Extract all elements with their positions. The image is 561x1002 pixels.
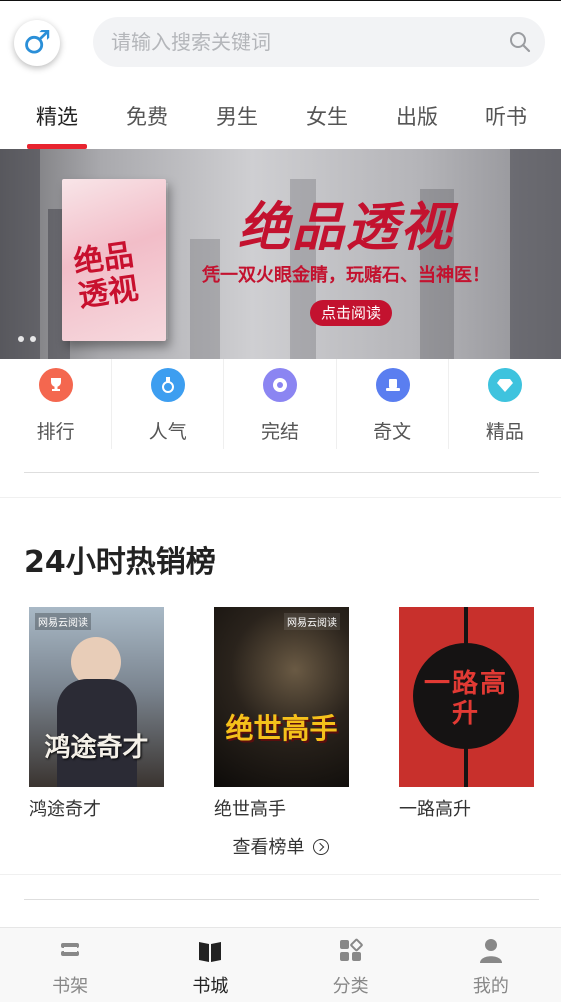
book-cover[interactable]: 网易云阅读 绝世高手 bbox=[214, 607, 349, 787]
nav-label: 书架 bbox=[52, 976, 89, 997]
divider bbox=[0, 497, 561, 498]
nav-bookshelf[interactable]: 书架 bbox=[0, 928, 140, 1002]
app-page: ♂ 精选 免费 男生 女生 出版 听书 绝品透视 绝品透视 凭一双火眼金睛 bbox=[0, 0, 561, 1002]
shortcut-label: 完结 bbox=[260, 421, 299, 443]
view-ranking-link[interactable]: 查看榜单 bbox=[0, 833, 561, 859]
nav-bookstore[interactable]: 书城 bbox=[140, 928, 280, 1002]
banner-book-title: 绝品透视 bbox=[71, 237, 141, 315]
section-title: 24小时热销榜 bbox=[24, 545, 216, 580]
search-input[interactable] bbox=[111, 17, 491, 67]
cover-brand: 网易云阅读 bbox=[284, 613, 340, 630]
male-icon: ♂ bbox=[22, 22, 52, 61]
medal-icon bbox=[151, 368, 186, 402]
user-icon bbox=[479, 939, 502, 963]
banner-book-cover: 绝品透视 bbox=[62, 179, 166, 341]
banner-title: 绝品透视 bbox=[238, 197, 455, 258]
view-ranking-label: 查看榜单 bbox=[232, 837, 305, 858]
shortcut-label: 奇文 bbox=[373, 421, 412, 443]
banner-bg-building bbox=[0, 149, 40, 359]
cover-title: 一路高升 bbox=[423, 669, 508, 729]
cover-title: 鸿途奇才 bbox=[44, 733, 149, 763]
banner-subtitle: 凭一双火眼金睛，玩赌石、当神医！ bbox=[202, 265, 490, 286]
shortcut-special[interactable]: 奇文 bbox=[337, 359, 449, 449]
nav-category[interactable]: 分类 bbox=[281, 928, 421, 1002]
nav-label: 书城 bbox=[192, 976, 229, 997]
channel-tabs: 精选 免费 男生 女生 出版 听书 bbox=[0, 85, 561, 149]
shortcut-label: 精品 bbox=[485, 421, 524, 443]
carousel-dot[interactable] bbox=[30, 336, 36, 342]
diamond-icon bbox=[487, 368, 522, 402]
carousel-dots bbox=[18, 336, 36, 342]
tab-publish[interactable]: 出版 bbox=[382, 101, 452, 131]
search-icon[interactable] bbox=[509, 31, 531, 53]
bookshelf-icon bbox=[61, 943, 79, 956]
banner-bg-building bbox=[510, 149, 561, 359]
nav-label: 我的 bbox=[472, 976, 509, 997]
book-name: 鸿途奇才 bbox=[29, 799, 101, 820]
book-name: 一路高升 bbox=[399, 799, 471, 820]
divider bbox=[24, 472, 539, 473]
nav-profile[interactable]: 我的 bbox=[421, 928, 561, 1002]
chevron-right-circle-icon bbox=[312, 839, 329, 855]
read-now-button[interactable]: 点击阅读 bbox=[310, 300, 392, 326]
carousel-dot[interactable] bbox=[18, 336, 24, 342]
shortcut-label: 排行 bbox=[36, 421, 75, 443]
divider bbox=[24, 899, 539, 900]
target-icon bbox=[263, 368, 298, 402]
category-shortcuts: 排行 人气 完结 奇文 精品 bbox=[0, 359, 561, 449]
category-icon bbox=[339, 938, 363, 961]
header: ♂ bbox=[0, 1, 561, 85]
gender-toggle-button[interactable]: ♂ bbox=[14, 20, 60, 66]
tab-male[interactable]: 男生 bbox=[202, 101, 272, 131]
hat-icon bbox=[375, 368, 410, 402]
tab-female[interactable]: 女生 bbox=[292, 101, 362, 131]
search-bar[interactable] bbox=[93, 17, 545, 67]
book-item[interactable]: 网易云阅读 鸿途奇才 鸿途奇才 bbox=[29, 607, 164, 821]
divider bbox=[0, 874, 561, 875]
book-cover[interactable]: 一路高升 bbox=[399, 607, 534, 787]
book-item[interactable]: 网易云阅读 绝世高手 绝世高手 bbox=[214, 607, 349, 821]
shortcut-completed[interactable]: 完结 bbox=[224, 359, 337, 449]
bottom-nav: 书架 书城 分类 我的 bbox=[0, 927, 561, 1002]
book-open-icon bbox=[199, 942, 222, 962]
book-name: 绝世高手 bbox=[214, 799, 286, 820]
banner-bg-building bbox=[190, 239, 220, 359]
nav-label: 分类 bbox=[332, 976, 369, 997]
shortcut-popular[interactable]: 人气 bbox=[112, 359, 225, 449]
cover-brand: 网易云阅读 bbox=[35, 613, 91, 630]
book-cover[interactable]: 网易云阅读 鸿途奇才 bbox=[29, 607, 164, 787]
book-item[interactable]: 一路高升 一路高升 bbox=[399, 607, 534, 821]
tab-free[interactable]: 免费 bbox=[112, 101, 182, 131]
trophy-icon bbox=[39, 368, 73, 402]
cover-title: 绝世高手 bbox=[225, 712, 338, 745]
shortcut-ranking[interactable]: 排行 bbox=[0, 359, 113, 449]
shortcut-label: 人气 bbox=[148, 421, 187, 443]
promo-banner[interactable]: 绝品透视 绝品透视 凭一双火眼金睛，玩赌石、当神医！ 点击阅读 bbox=[0, 149, 561, 359]
shortcut-premium[interactable]: 精品 bbox=[449, 359, 561, 449]
tab-featured[interactable]: 精选 bbox=[22, 101, 92, 131]
tab-audiobook[interactable]: 听书 bbox=[471, 101, 541, 131]
